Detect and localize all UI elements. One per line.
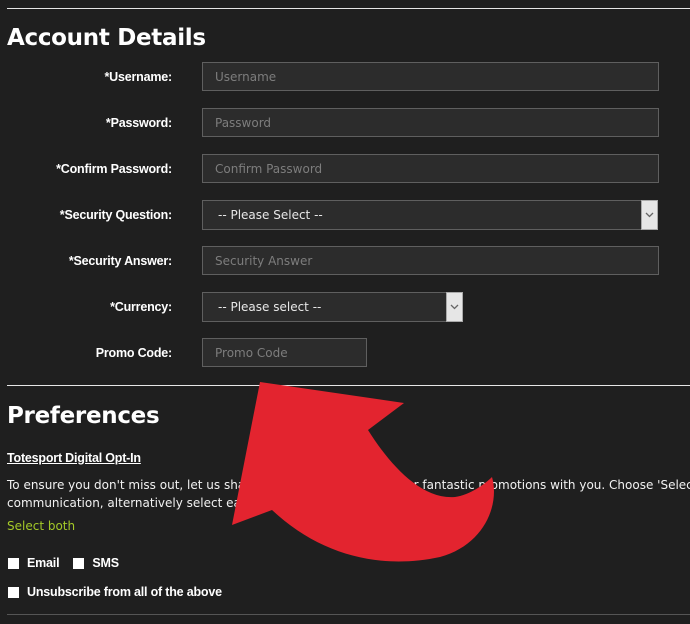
- password-label: *Password:: [105, 116, 172, 130]
- unsubscribe-checkbox-label[interactable]: Unsubscribe from all of the above: [27, 585, 222, 599]
- chevron-down-icon[interactable]: [446, 292, 463, 322]
- security-answer-row: *Security Answer:: [0, 246, 690, 277]
- username-row: *Username:: [0, 62, 690, 93]
- password-row: *Password:: [0, 108, 690, 139]
- currency-row: *Currency: -- Please select --: [0, 292, 690, 323]
- channel-checkboxes: Email SMS: [8, 555, 133, 571]
- security-question-row: *Security Question: -- Please Select --: [0, 200, 690, 231]
- bottom-divider: [7, 614, 690, 615]
- sms-checkbox-label[interactable]: SMS: [92, 556, 119, 570]
- opt-in-description: To ensure you don't miss out, let us sha…: [7, 476, 690, 512]
- unsubscribe-row: Unsubscribe from all of the above: [8, 584, 236, 600]
- select-both-link[interactable]: Select both: [7, 519, 75, 533]
- password-input[interactable]: [202, 108, 659, 137]
- confirm-password-input[interactable]: [202, 154, 659, 183]
- confirm-password-row: *Confirm Password:: [0, 154, 690, 185]
- promo-code-row: Promo Code:: [0, 338, 690, 369]
- section-divider: [7, 385, 690, 386]
- description-line-1: To ensure you don't miss out, let us sha…: [7, 478, 690, 492]
- unsubscribe-checkbox[interactable]: [8, 586, 19, 598]
- currency-select[interactable]: -- Please select --: [202, 292, 463, 322]
- security-question-select[interactable]: -- Please Select --: [202, 200, 658, 230]
- top-divider: [7, 8, 690, 9]
- security-answer-label: *Security Answer:: [68, 254, 172, 268]
- currency-selected: -- Please select --: [218, 300, 322, 314]
- security-answer-input[interactable]: [202, 246, 659, 275]
- confirm-password-label: *Confirm Password:: [56, 162, 172, 176]
- arrow-shape: [232, 382, 494, 562]
- email-checkbox[interactable]: [8, 557, 19, 569]
- promo-code-label: Promo Code:: [95, 346, 172, 360]
- description-line-2: communication, alternatively select each…: [7, 496, 330, 510]
- sms-checkbox[interactable]: [73, 557, 85, 569]
- security-question-selected: -- Please Select --: [218, 208, 323, 222]
- currency-label: *Currency:: [110, 300, 172, 314]
- account-details-heading: Account Details: [7, 25, 206, 51]
- promo-code-input[interactable]: [202, 338, 367, 367]
- security-question-label: *Security Question:: [59, 208, 172, 222]
- username-label: *Username:: [104, 70, 173, 84]
- username-input[interactable]: [202, 62, 659, 91]
- email-checkbox-label[interactable]: Email: [27, 556, 60, 570]
- opt-in-link[interactable]: Totesport Digital Opt-In: [7, 451, 141, 465]
- preferences-heading: Preferences: [7, 403, 160, 429]
- chevron-down-icon[interactable]: [641, 200, 658, 230]
